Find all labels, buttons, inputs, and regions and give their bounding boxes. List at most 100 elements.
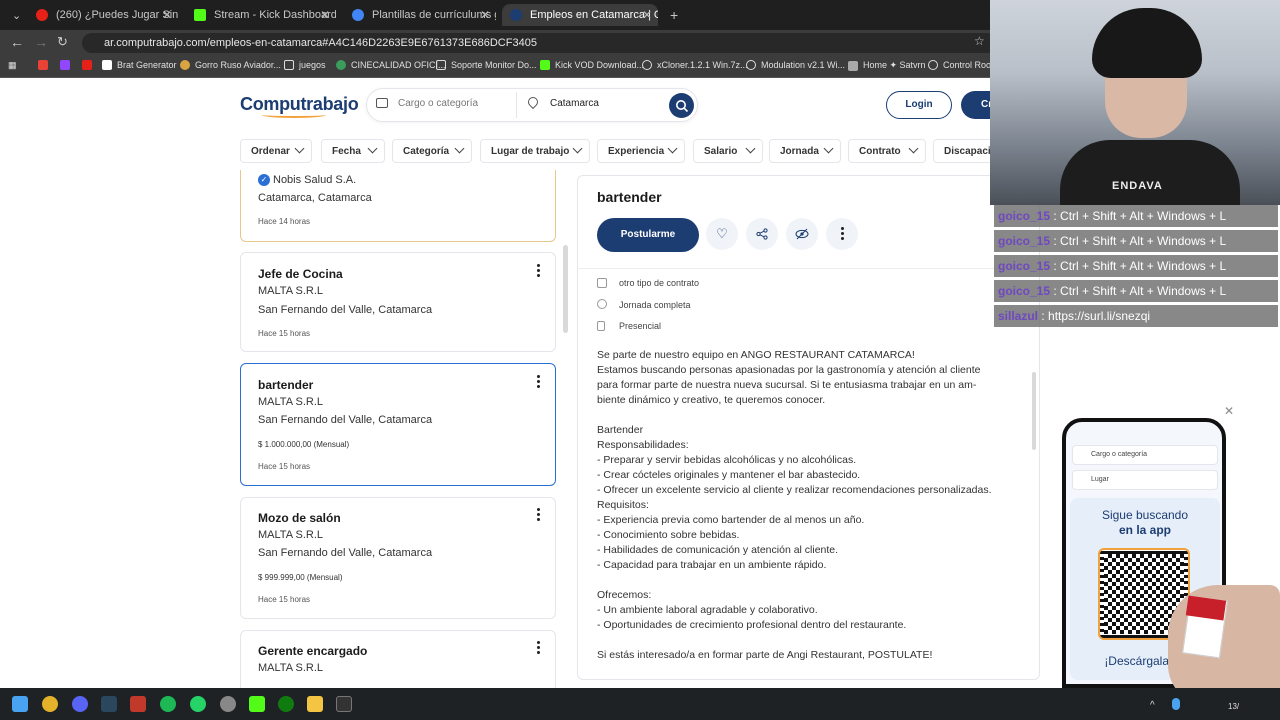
bookmark-item[interactable]: CINECALIDAD OFICI... <box>336 60 446 70</box>
description-line: Bartender <box>597 424 644 436</box>
bookmark-item[interactable]: Soporte Monitor Do... <box>436 60 537 70</box>
whatsapp-icon[interactable] <box>190 696 206 712</box>
description-line: - Ofrecer un excelente servicio al clien… <box>597 484 992 496</box>
tab-plantillas[interactable]: Plantillas de currículums gratis ✕ <box>344 4 496 26</box>
description-line: Ofrecemos: <box>597 589 652 601</box>
filter-contrato[interactable]: Contrato <box>848 139 926 163</box>
bookmark-item[interactable]: Kick VOD Download... <box>540 60 644 70</box>
job-company[interactable]: Nobis Salud S.A. <box>273 174 356 186</box>
job-description: Se parte de nuestro equipo en ANGO RESTA… <box>597 348 1017 663</box>
job-company[interactable]: MALTA S.R.L <box>258 285 323 297</box>
bookmark-item[interactable]: xCloner.1.2.1 Win.7z... <box>642 60 748 70</box>
job-time: Hace 15 horas <box>258 462 311 471</box>
youtube-bookmark-icon[interactable] <box>82 60 97 70</box>
job-card[interactable]: ✓ Nobis Salud S.A. Catamarca, Catamarca … <box>240 170 556 242</box>
close-icon[interactable]: ✕ <box>320 8 330 22</box>
tab-list-button[interactable]: ⌄ <box>4 4 26 26</box>
bookmark-item[interactable]: Control Room <box>928 60 999 70</box>
steam-icon[interactable] <box>101 696 117 712</box>
job-card-selected[interactable]: bartender MALTA S.R.L San Fernando del V… <box>240 363 556 486</box>
more-options-icon[interactable] <box>537 264 541 279</box>
filter-fecha[interactable]: Fecha <box>321 139 385 163</box>
close-icon[interactable]: ✕ <box>480 8 490 22</box>
job-company[interactable]: MALTA S.R.L <box>258 396 323 408</box>
bookmark-item[interactable]: Home ✦ Satvrn <box>848 60 926 71</box>
address-bar[interactable]: ar.computrabajo.com/empleos-en-catamarca… <box>82 33 997 53</box>
more-options-icon[interactable] <box>537 641 541 656</box>
close-icon[interactable]: ✕ <box>162 8 172 22</box>
share-button[interactable] <box>746 218 778 250</box>
back-icon[interactable]: ← <box>10 34 24 50</box>
job-company[interactable]: MALTA S.R.L <box>258 662 323 674</box>
bookmark-item[interactable]: Modulation v2.1 Wi... <box>746 60 845 70</box>
close-icon[interactable]: ✕ <box>642 8 652 22</box>
more-button[interactable] <box>826 218 858 250</box>
detail-separator <box>577 268 1040 269</box>
search-button[interactable] <box>669 93 694 118</box>
more-options-icon[interactable] <box>537 375 541 390</box>
filter-experiencia[interactable]: Experiencia <box>597 139 685 163</box>
bookmark-folder[interactable]: juegos <box>284 60 326 70</box>
reload-icon[interactable]: ↻ <box>57 34 68 50</box>
clock-icon <box>597 299 607 309</box>
filter-ordenar[interactable]: Ordenar <box>240 139 312 163</box>
bookmark-item[interactable]: Gorro Ruso Aviador... <box>180 60 281 70</box>
search-input[interactable]: Cargo o categoría <box>398 98 478 109</box>
job-title[interactable]: Mozo de salón <box>258 511 341 525</box>
job-time: Hace 15 horas <box>258 329 311 338</box>
hide-button[interactable] <box>786 218 818 250</box>
verified-icon: ✓ <box>258 174 270 186</box>
globe-icon <box>352 9 364 21</box>
more-options-icon[interactable] <box>537 508 541 523</box>
favorite-button[interactable]: ♡ <box>706 218 738 250</box>
description-line: biente dinámico y creativo, te queremos … <box>597 394 826 406</box>
location-input[interactable]: Catamarca <box>550 98 599 109</box>
description-line <box>597 633 1017 648</box>
gmail-icon[interactable] <box>38 60 53 70</box>
apply-button[interactable]: Postularme <box>597 218 699 252</box>
filter-jornada[interactable]: Jornada <box>769 139 841 163</box>
filter-categoria[interactable]: Categoría <box>392 139 472 163</box>
apps-icon[interactable]: ▦ <box>8 60 17 71</box>
description-line <box>597 573 1017 588</box>
chevron-down-icon <box>367 143 378 154</box>
login-button[interactable]: Login <box>886 91 952 119</box>
app-icon[interactable] <box>130 696 146 712</box>
folder-icon[interactable] <box>307 696 323 712</box>
kick-icon[interactable] <box>249 696 265 712</box>
twitch-icon[interactable] <box>60 60 75 70</box>
close-icon[interactable]: ✕ <box>1224 404 1234 418</box>
filter-lugar-trabajo[interactable]: Lugar de trabajo <box>480 139 590 163</box>
job-card[interactable]: Gerente encargado MALTA S.R.L <box>240 630 556 688</box>
obs-icon[interactable] <box>220 696 236 712</box>
job-title[interactable]: bartender <box>258 378 313 392</box>
discord-icon[interactable] <box>72 696 88 712</box>
detail-scrollbar[interactable] <box>1032 372 1036 450</box>
clock[interactable]: 13/ <box>1228 702 1239 711</box>
new-tab-button[interactable]: + <box>662 4 682 26</box>
epic-games-icon[interactable] <box>336 696 352 712</box>
job-title[interactable]: Gerente encargado <box>258 644 367 658</box>
microphone-icon[interactable] <box>1172 698 1180 710</box>
filter-salario[interactable]: Salario <box>693 139 763 163</box>
job-title[interactable]: Jefe de Cocina <box>258 267 343 281</box>
job-list-scrollbar[interactable] <box>563 245 568 333</box>
tab-computrabajo[interactable]: Empleos en Catamarca | Oferta... ✕ <box>502 4 658 26</box>
chrome-icon[interactable] <box>42 696 58 712</box>
spotify-icon[interactable] <box>160 696 176 712</box>
tray-chevron-icon[interactable]: ^ <box>1150 700 1160 711</box>
windows-start-icon[interactable] <box>12 696 28 712</box>
bookmark-item[interactable]: Brat Generator <box>102 60 177 70</box>
xbox-icon[interactable] <box>278 696 294 712</box>
tab-kick[interactable]: Stream - Kick Dashboard ✕ <box>186 4 336 26</box>
tab-label: (260) ¿Puedes Jugar Sin Repetir... <box>56 9 178 21</box>
job-card[interactable]: Mozo de salón MALTA S.R.L San Fernando d… <box>240 497 556 619</box>
job-card[interactable]: Jefe de Cocina MALTA S.R.L San Fernando … <box>240 252 556 352</box>
contract-icon <box>597 278 607 288</box>
job-company[interactable]: MALTA S.R.L <box>258 529 323 541</box>
tab-youtube[interactable]: (260) ¿Puedes Jugar Sin Repetir... ✕ <box>28 4 178 26</box>
detail-schedule: Jornada completa <box>619 300 691 310</box>
chevron-down-icon <box>667 143 678 154</box>
bookmark-star-icon[interactable]: ☆ <box>974 34 985 48</box>
forward-icon[interactable]: → <box>34 34 48 50</box>
